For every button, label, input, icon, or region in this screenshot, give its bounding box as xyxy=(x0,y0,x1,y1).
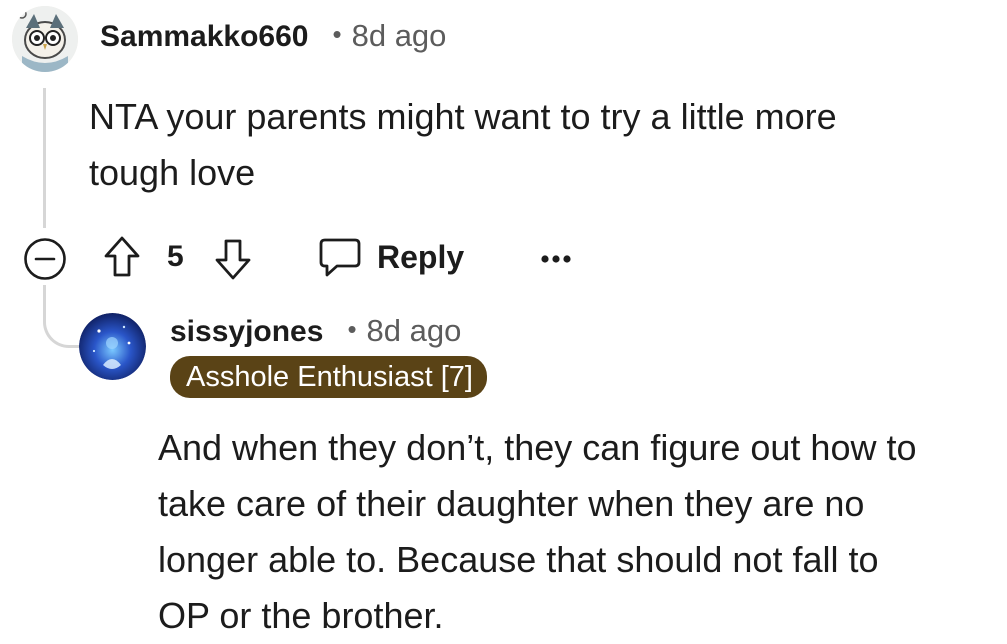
speech-bubble-icon xyxy=(319,238,361,277)
upvote-arrow-icon xyxy=(104,236,140,277)
reply-button[interactable]: Reply xyxy=(317,234,467,280)
user-flair-badge: Asshole Enthusiast [7] xyxy=(170,356,487,398)
timestamp: 8d ago xyxy=(366,313,462,348)
vote-count: 5 xyxy=(167,240,184,273)
reply-label: Reply xyxy=(377,238,465,275)
downvote-button[interactable] xyxy=(213,236,253,282)
comment-line: OP or the brother. xyxy=(158,595,444,636)
timestamp: 8d ago xyxy=(351,18,447,53)
comment-body: NTA your parents might want to try a lit… xyxy=(89,89,989,201)
more-options-icon xyxy=(541,255,571,263)
comment-line: NTA your parents might want to try a lit… xyxy=(89,96,837,137)
comment-header: sissyjones • 8d ago xyxy=(170,313,461,349)
comment-line: tough love xyxy=(89,152,256,193)
downvote-arrow-icon xyxy=(215,239,251,280)
avatar-owl-icon xyxy=(12,6,78,72)
avatar[interactable] xyxy=(79,313,146,380)
comment-line: And when they don’t, they can figure out… xyxy=(158,427,917,468)
collapse-button[interactable] xyxy=(23,237,67,281)
comment-line: take care of their daughter when they ar… xyxy=(158,483,865,524)
separator-dot: • xyxy=(332,19,342,49)
comment-body: And when they don’t, they can figure out… xyxy=(158,420,998,644)
more-options-button[interactable] xyxy=(536,244,576,274)
thread-line-top xyxy=(43,88,46,228)
collapse-minus-icon xyxy=(24,238,66,280)
avatar[interactable] xyxy=(12,6,78,72)
avatar-galaxy-icon xyxy=(79,313,146,380)
username[interactable]: sissyjones xyxy=(170,315,323,349)
separator-dot: • xyxy=(347,314,357,344)
upvote-button[interactable] xyxy=(102,234,142,280)
comment-line: longer able to. Because that should not … xyxy=(158,539,879,580)
comment-header: Sammakko660 • 8d ago xyxy=(100,18,446,54)
username[interactable]: Sammakko660 xyxy=(100,20,308,54)
